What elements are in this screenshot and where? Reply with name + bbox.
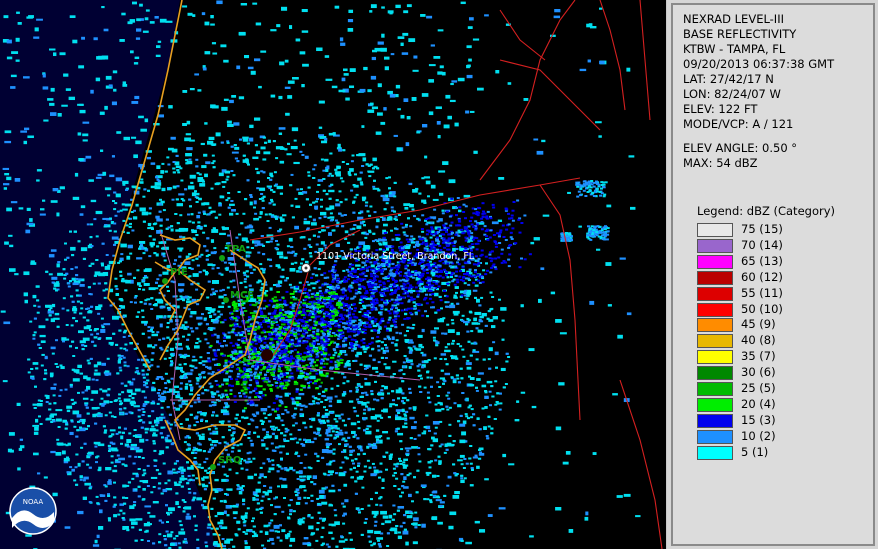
info-panel: NEXRAD LEVEL-III BASE REFLECTIVITY KTBW …	[667, 0, 878, 549]
legend-swatch	[697, 445, 733, 460]
station-label: KTBW - TAMPA, FL	[683, 42, 786, 56]
legend-label: 30 (6)	[741, 365, 776, 380]
legend-title: Legend: dBZ (Category)	[697, 204, 835, 218]
legend-label: 45 (9)	[741, 317, 776, 332]
legend-swatch	[697, 366, 733, 381]
elev-label: ELEV: 122 FT	[683, 102, 758, 116]
max-label: MAX: 54 dBZ	[683, 156, 758, 170]
legend-item: 65 (13)	[697, 253, 857, 269]
lon-label: LON: 82/24/07 W	[683, 87, 781, 101]
legend-label: 55 (11)	[741, 285, 783, 300]
radar-site-marker	[261, 349, 273, 361]
noaa-logo-text: NOAA	[23, 498, 44, 506]
legend-swatch	[697, 413, 733, 428]
legend-swatch	[697, 429, 733, 444]
location-pin-dot	[304, 266, 308, 270]
radar-map[interactable]: TPA PIE MCF SRQ 1101 Victoria Street, Br…	[0, 0, 666, 549]
legend-swatch	[697, 238, 733, 253]
legend-swatch	[697, 397, 733, 412]
legend-item: 15 (3)	[697, 412, 857, 428]
legend-item: 20 (4)	[697, 396, 857, 412]
legend-label: 65 (13)	[741, 253, 783, 268]
legend-item: 10 (2)	[697, 428, 857, 444]
legend-item: 35 (7)	[697, 349, 857, 365]
city-label-pie: PIE	[170, 267, 188, 278]
legend-label: 75 (15)	[741, 222, 783, 236]
mode-label: MODE/VCP: A / 121	[683, 117, 794, 131]
legend-item: 25 (5)	[697, 381, 857, 396]
legend-label: 10 (2)	[741, 428, 776, 443]
legend-item: 40 (8)	[697, 333, 857, 349]
legend-swatch	[697, 350, 733, 365]
legend-item: 45 (9)	[697, 317, 857, 333]
legend-item: 5 (1)	[697, 444, 857, 460]
legend-label: 50 (10)	[741, 301, 783, 316]
radar-map-canvas[interactable]: TPA PIE MCF SRQ 1101 Victoria Street, Br…	[0, 0, 666, 549]
legend-label: 20 (4)	[741, 396, 776, 411]
legend-label: 5 (1)	[741, 444, 769, 459]
datetime-label: 09/20/2013 06:37:38 GMT	[683, 57, 835, 71]
product-line2: BASE REFLECTIVITY	[683, 27, 797, 41]
legend-label: 40 (8)	[741, 333, 776, 348]
noaa-logo-icon	[9, 487, 57, 535]
city-label-tpa: TPA	[225, 244, 246, 255]
legend-swatch	[697, 254, 733, 269]
product-line1: NEXRAD LEVEL-III	[683, 12, 784, 26]
location-pin-label: 1101 Victoria Street, Brandon, FL	[316, 251, 475, 262]
legend-item: 70 (14)	[697, 237, 857, 253]
legend-swatch	[697, 223, 733, 237]
legend-item: 60 (12)	[697, 269, 857, 285]
legend-label: 70 (14)	[741, 237, 783, 252]
legend-item: 55 (11)	[697, 285, 857, 301]
elev-angle-label: ELEV ANGLE: 0.50 °	[683, 141, 798, 155]
legend-swatch	[697, 334, 733, 349]
location-pin[interactable]	[301, 263, 311, 273]
noaa-logo: NOAA	[9, 487, 57, 535]
legend-swatch	[697, 270, 733, 285]
legend-item: 30 (6)	[697, 365, 857, 381]
legend-swatch	[697, 286, 733, 301]
legend-label: 60 (12)	[741, 269, 783, 284]
legend-label: 35 (7)	[741, 349, 776, 364]
legend-item: 50 (10)	[697, 301, 857, 317]
legend-item: 75 (15)	[697, 222, 857, 237]
legend-swatch	[697, 382, 733, 396]
info-panel-frame: NEXRAD LEVEL-III BASE REFLECTIVITY KTBW …	[671, 3, 875, 546]
city-label-mcf: MCF	[230, 290, 254, 301]
legend-swatch	[697, 318, 733, 333]
city-label-srq: SRQ	[218, 455, 241, 466]
legend-label: 15 (3)	[741, 412, 776, 427]
legend-label: 25 (5)	[741, 381, 776, 395]
lat-label: LAT: 27/42/17 N	[683, 72, 774, 86]
legend-swatch	[697, 302, 733, 317]
